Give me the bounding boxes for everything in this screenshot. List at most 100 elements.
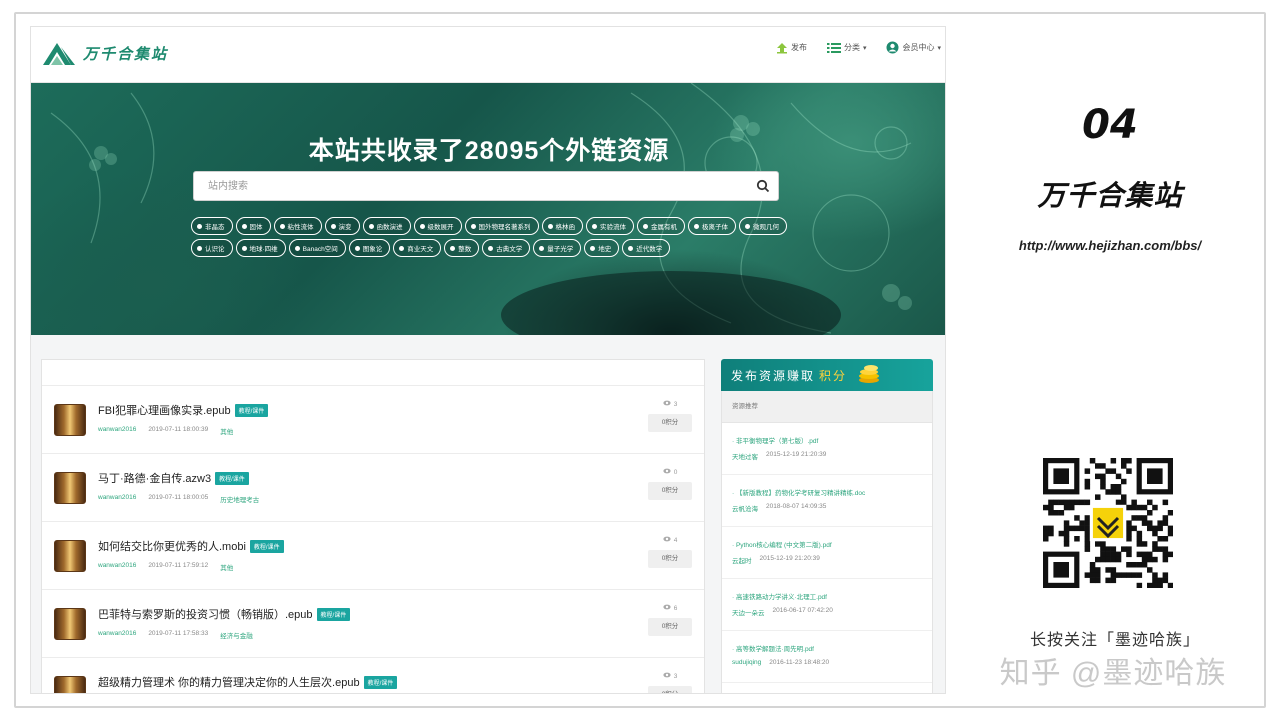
search-icon[interactable]: [756, 179, 770, 193]
tag-pill[interactable]: 实验流体: [586, 217, 634, 235]
recommend-item-user[interactable]: 云起时: [732, 555, 752, 565]
item-title[interactable]: 超级精力管理术 你的精力管理决定你的人生层次.epub 教程/课件: [98, 674, 398, 690]
recommend-item[interactable]: · 非平衡物理学（第七版）.pdf 天地过客 2015-12-19 21:20:39: [722, 423, 932, 475]
book-cover-thumbnail[interactable]: [54, 540, 86, 572]
recommend-item-meta: 天地过客 2015-12-19 21:20:39: [732, 451, 922, 461]
tag-pill[interactable]: 古典文学: [482, 239, 531, 257]
recommend-item-time: 2015-12-19 21:20:39: [766, 451, 827, 458]
list-item[interactable]: 超级精力管理术 你的精力管理决定你的人生层次.epub教程/课件 3 0积分: [42, 658, 704, 693]
bullet-icon: [368, 223, 374, 229]
tag-pill[interactable]: 金属有机: [637, 217, 685, 235]
recommend-item-title[interactable]: · Python核心编程 (中文第二版).pdf: [732, 539, 922, 549]
category-badge[interactable]: 教程/课件: [249, 539, 284, 553]
recommend-item-time: 2016-06-17 07:42:20: [772, 607, 833, 614]
list-item[interactable]: 如何结交比你更优秀的人.mobi 教程/课件 wanwan2016 2019-07-1…: [42, 522, 704, 590]
site-url[interactable]: http://www.hejizhan.com/bbs/: [960, 238, 1260, 253]
tag-pill[interactable]: 粘性流体: [273, 217, 322, 235]
site-logo[interactable]: 万千合集站: [41, 35, 168, 71]
list-item[interactable]: 马丁·路德·金自传.azw3 教程/课件 wanwan2016 2019-07-11 …: [42, 454, 704, 522]
tag-pill[interactable]: 商业天文: [393, 239, 442, 257]
views-value: 3: [673, 672, 678, 680]
item-user[interactable]: wanwan2016: [98, 494, 136, 504]
recommend-item[interactable]: · 【新版教程】药物化学考研复习精讲精练.doc 云帆沧海 2018-08-07 1…: [722, 475, 932, 527]
item-title[interactable]: 如何结交比你更优秀的人.mobi 教程/课件: [98, 538, 284, 554]
category-badge[interactable]: 教程/课件: [234, 403, 269, 417]
tag-pill[interactable]: 级数展开: [413, 217, 462, 235]
recommend-item-user[interactable]: 天地过客: [732, 451, 758, 461]
recommend-item[interactable]: · 高等数学解题法·周先明.pdf sudujiqing 2016-11-23 18…: [722, 631, 932, 683]
tag-pill[interactable]: 图象论: [348, 239, 391, 257]
tag-pill[interactable]: 格林函: [541, 217, 583, 235]
tag-pill[interactable]: 量子光学: [533, 239, 582, 257]
item-title-text[interactable]: 马丁·路德·金自传.azw3: [98, 470, 211, 486]
tag-pill[interactable]: 地史: [584, 239, 620, 257]
list-item[interactable]: FBI犯罪心理画像实录.epub 教程/课件 wanwan2016 2019-07-1…: [42, 386, 704, 454]
item-user[interactable]: wanwan2016: [98, 630, 136, 640]
hero-banner: 本站共收录了28095个外链资源 非晶态 固体 粘性流体 演变 函数演进 级数展开 国外物理…: [31, 83, 945, 335]
tag-pill[interactable]: 认识论: [191, 239, 233, 257]
points-badge: 0积分: [648, 618, 692, 636]
item-title-text[interactable]: FBI犯罪心理画像实录.epub: [98, 402, 231, 418]
item-title[interactable]: 巴菲特与索罗斯的投资习惯（畅销版）.epub 教程/课件: [98, 606, 351, 622]
list-item[interactable]: 巴菲特与索罗斯的投资习惯（畅销版）.epub 教程/课件 wanwan2016 201…: [42, 590, 704, 658]
tag-label: 实验流体: [600, 224, 626, 231]
item-meta: wanwan2016 2019-07-11 17:58:33 经济与金融: [98, 630, 253, 640]
nav-category[interactable]: 分类 ▾: [826, 42, 866, 54]
tag-pill[interactable]: 国外物理名著系列: [464, 217, 539, 235]
item-category[interactable]: 其他: [220, 426, 233, 436]
recommend-item[interactable]: · 高速铁路动力学讲义·北理工.pdf 天边一朵云 2016-06-17 07:42…: [722, 579, 932, 631]
category-badge[interactable]: 教程/课件: [316, 607, 351, 621]
item-user[interactable]: wanwan2016: [98, 562, 136, 572]
recommend-item-title[interactable]: · 【新版教程】药物化学考研复习精讲精练.doc: [732, 487, 922, 497]
book-cover-thumbnail[interactable]: [54, 404, 86, 436]
promo-banner[interactable]: 发布资源赚取 积分: [721, 359, 933, 391]
search-input[interactable]: [194, 172, 744, 200]
recommend-item-time: 2015-12-19 21:20:39: [759, 555, 820, 562]
book-cover-thumbnail[interactable]: [54, 676, 86, 693]
recommend-item-user[interactable]: sudujiqing: [732, 659, 761, 666]
views-count: 6: [648, 604, 692, 612]
tag-pill[interactable]: 地球·四维: [235, 239, 286, 257]
eye-icon: [663, 672, 671, 680]
category-badge[interactable]: 教程/课件: [363, 675, 398, 689]
bullet-icon: [547, 223, 553, 229]
item-title[interactable]: 马丁·路德·金自传.azw3 教程/课件: [98, 470, 249, 486]
book-cover-thumbnail[interactable]: [54, 472, 86, 504]
tag-cloud: 非晶态 固体 粘性流体 演变 函数演进 级数展开 国外物理名著系列 格林函 实验流体 金属有机 极离…: [191, 217, 791, 257]
recommend-item-title[interactable]: · 高等数学解题法·周先明.pdf: [732, 643, 922, 653]
tag-pill[interactable]: Banach空间: [288, 239, 346, 257]
item-category[interactable]: 其他: [220, 562, 233, 572]
qr-code[interactable]: [1043, 458, 1173, 588]
tag-pill[interactable]: 函数演进: [362, 217, 411, 235]
recommend-item[interactable]: · Python核心编程 (中文第二版).pdf 云起时 2015-12-19 21…: [722, 527, 932, 579]
eye-icon: [663, 536, 671, 544]
recommend-item-user[interactable]: 天边一朵云: [732, 607, 765, 617]
tag-pill[interactable]: 固体: [235, 217, 271, 235]
tag-pill[interactable]: 近代数学: [622, 239, 671, 257]
item-title-text[interactable]: 如何结交比你更优秀的人.mobi: [98, 538, 246, 554]
tag-pill[interactable]: 演变: [324, 217, 360, 235]
nav-publish[interactable]: 发布: [776, 42, 807, 54]
item-title-text[interactable]: 超级精力管理术 你的精力管理决定你的人生层次.epub: [98, 674, 360, 690]
caret-down-icon: ▾: [937, 44, 941, 52]
item-category[interactable]: 经济与金融: [220, 630, 253, 640]
recommend-item-title[interactable]: · 非平衡物理学（第七版）.pdf: [732, 435, 922, 445]
recommend-item-user[interactable]: 云帆沧海: [732, 503, 758, 513]
tag-pill[interactable]: 极离子体: [688, 217, 736, 235]
search-box: [193, 171, 779, 201]
views-value: 3: [673, 400, 678, 408]
tag-pill[interactable]: 微观几何: [739, 217, 787, 235]
tag-label: 地球·四维: [249, 246, 278, 253]
recommend-box: 资源推荐 · 非平衡物理学（第七版）.pdf 天地过客 2015-12-19 21:…: [721, 391, 933, 693]
nav-member-center[interactable]: 会员中心 ▾: [886, 41, 941, 54]
category-badge[interactable]: 教程/课件: [215, 471, 249, 485]
item-category[interactable]: 历史地理考古: [220, 494, 259, 504]
points-badge: 0积分: [648, 482, 692, 500]
recommend-item-title[interactable]: · 高速铁路动力学讲义·北理工.pdf: [732, 591, 922, 601]
item-title-text[interactable]: 巴菲特与索罗斯的投资习惯（畅销版）.epub: [98, 606, 313, 622]
item-user[interactable]: wanwan2016: [98, 426, 136, 436]
book-cover-thumbnail[interactable]: [54, 608, 86, 640]
tag-pill[interactable]: 非晶态: [191, 217, 233, 235]
item-title[interactable]: FBI犯罪心理画像实录.epub 教程/课件: [98, 402, 269, 418]
tag-pill[interactable]: 整数: [444, 239, 480, 257]
